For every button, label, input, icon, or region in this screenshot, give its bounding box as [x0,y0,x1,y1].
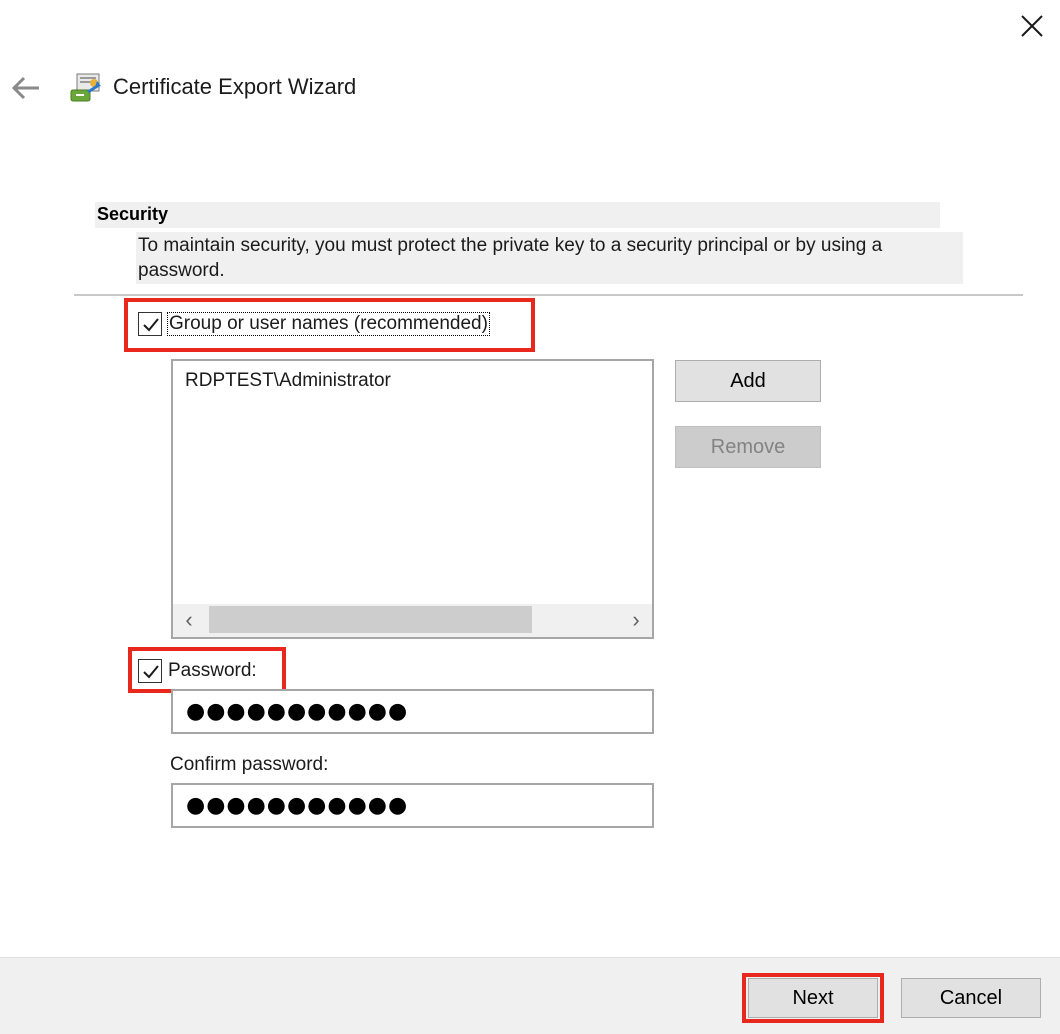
remove-button[interactable]: Remove [675,426,821,468]
next-button[interactable]: Next [748,978,878,1018]
group-option-row[interactable]: Group or user names (recommended) [138,312,490,336]
certificate-wizard-icon [68,70,104,106]
password-option-row[interactable]: Password: [138,659,257,683]
group-option-label: Group or user names (recommended) [167,312,490,336]
checkmark-icon [143,318,159,332]
section-heading: Security [95,202,940,228]
list-item[interactable]: RDPTEST\Administrator [185,370,391,392]
chevron-left-icon[interactable]: ‹ [173,604,205,637]
add-button[interactable]: Add [675,360,821,402]
checkmark-icon [143,665,159,679]
close-icon [1012,15,1052,50]
password-option-checkbox[interactable] [138,659,162,683]
scrollbar-thumb[interactable] [209,606,532,633]
password-field[interactable]: ●●●●●●●●●●● [171,689,654,734]
principals-listbox[interactable]: RDPTEST\Administrator ‹ › [171,359,654,639]
back-arrow-icon [8,76,44,110]
section-description: To maintain security, you must protect t… [136,232,963,284]
password-option-label: Password: [168,660,257,681]
confirm-password-label: Confirm password: [170,754,329,775]
wizard-title: Certificate Export Wizard [113,74,357,99]
horizontal-scrollbar[interactable]: ‹ › [173,604,652,637]
close-button[interactable] [1012,10,1052,46]
chevron-right-icon[interactable]: › [620,604,652,637]
cancel-button[interactable]: Cancel [901,978,1041,1018]
back-button[interactable] [8,70,44,106]
section-divider [74,294,1023,296]
group-option-checkbox[interactable] [138,312,162,336]
confirm-password-field[interactable]: ●●●●●●●●●●● [171,783,654,828]
